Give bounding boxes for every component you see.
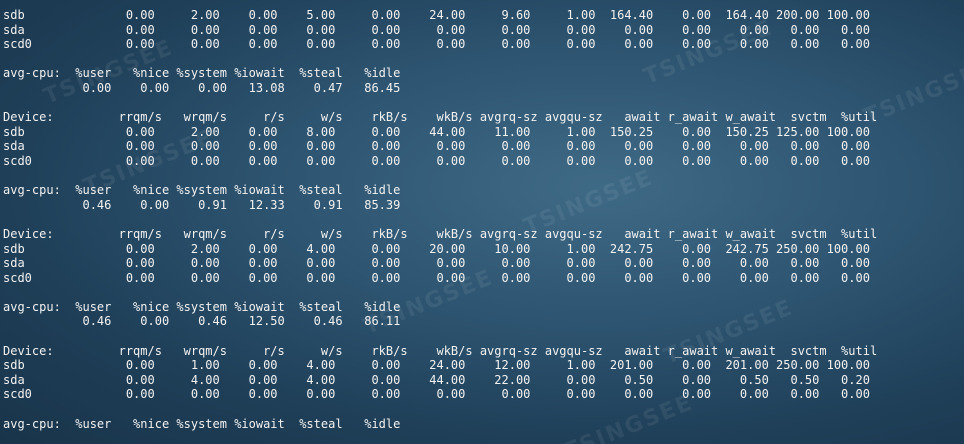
terminal-line: 0.46 0.00 0.91 12.33 0.91 85.39 — [3, 197, 401, 212]
terminal-line: 0.00 0.00 0.00 13.08 0.47 86.45 — [3, 80, 401, 95]
terminal-line: avg-cpu: %user %nice %system %iowait %st… — [3, 416, 401, 431]
terminal-line: sdb 0.00 2.00 0.00 8.00 0.00 44.00 11.00… — [3, 124, 870, 139]
terminal-line: sdb 0.00 1.00 0.00 4.00 0.00 24.00 12.00… — [3, 358, 870, 373]
terminal-line: Device: rrqm/s wrqm/s r/s w/s rkB/s wkB/… — [3, 226, 878, 241]
terminal-line: Device: rrqm/s wrqm/s r/s w/s rkB/s wkB/… — [3, 343, 878, 358]
terminal-line: sda 0.00 4.00 0.00 4.00 0.00 44.00 22.00… — [3, 372, 870, 387]
terminal-line: scd0 0.00 0.00 0.00 0.00 0.00 0.00 0.00 … — [3, 37, 870, 52]
terminal-line: sdb 0.00 2.00 0.00 4.00 0.00 20.00 10.00… — [3, 241, 870, 256]
terminal-line: sda 0.00 0.00 0.00 0.00 0.00 0.00 0.00 0… — [3, 256, 870, 271]
terminal-line: avg-cpu: %user %nice %system %iowait %st… — [3, 66, 401, 81]
terminal-line: sda 0.00 0.00 0.00 0.00 0.00 0.00 0.00 0… — [3, 139, 870, 154]
terminal-line: scd0 0.00 0.00 0.00 0.00 0.00 0.00 0.00 … — [3, 270, 870, 285]
terminal-line: Device: rrqm/s wrqm/s r/s w/s rkB/s wkB/… — [3, 110, 878, 125]
terminal-line: scd0 0.00 0.00 0.00 0.00 0.00 0.00 0.00 … — [3, 153, 870, 168]
terminal-line: scd0 0.00 0.00 0.00 0.00 0.00 0.00 0.00 … — [3, 387, 870, 402]
terminal-window[interactable]: TSINGSEE TSINGSEE TSINGSEE TSINGSEE TSIN… — [0, 0, 964, 444]
terminal-line: avg-cpu: %user %nice %system %iowait %st… — [3, 299, 401, 314]
terminal-line: sda 0.00 0.00 0.00 0.00 0.00 0.00 0.00 0… — [3, 22, 870, 37]
terminal-line: sdb 0.00 2.00 0.00 5.00 0.00 24.00 9.60 … — [3, 8, 870, 22]
terminal-line: 0.46 0.00 0.46 12.50 0.46 86.11 — [3, 314, 401, 329]
terminal-output: sdb 0.00 2.00 0.00 5.00 0.00 24.00 9.60 … — [3, 8, 877, 431]
terminal-line: avg-cpu: %user %nice %system %iowait %st… — [3, 183, 401, 198]
